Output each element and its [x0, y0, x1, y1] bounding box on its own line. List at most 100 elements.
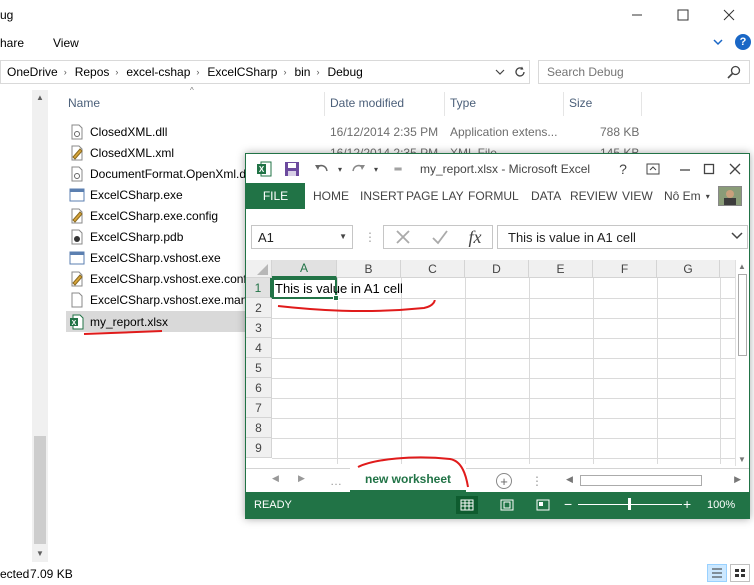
formula-bar-splitter[interactable]: ⋮ [364, 230, 376, 244]
explorer-maximize-button[interactable] [660, 0, 706, 30]
column-header-type[interactable]: Type [450, 90, 476, 116]
zoom-slider-thumb[interactable] [628, 498, 631, 510]
row-header-2[interactable]: 2 [246, 298, 272, 318]
ribbon-tab-share[interactable]: hare [0, 36, 24, 50]
formula-input[interactable]: This is value in A1 cell [497, 225, 748, 249]
column-header-b[interactable]: B [337, 260, 401, 278]
ribbon-expand-button[interactable] [712, 36, 724, 50]
name-box[interactable]: A1 ▼ [251, 225, 353, 249]
chevron-right-icon[interactable]: › [196, 67, 199, 77]
tab-insert[interactable]: INSERT [360, 183, 404, 209]
breadcrumb-repos[interactable]: Repos › [69, 65, 121, 79]
scroll-up-arrow-icon[interactable]: ▲ [738, 262, 746, 271]
column-header-d[interactable]: D [465, 260, 529, 278]
column-header-c[interactable]: C [401, 260, 465, 278]
row-header-6[interactable]: 6 [246, 378, 272, 398]
cancel-icon[interactable] [395, 229, 411, 245]
column-header-e[interactable]: E [529, 260, 593, 278]
help-button[interactable]: ? [735, 34, 751, 50]
details-view-button[interactable] [707, 564, 727, 582]
user-account-menu[interactable]: Nô Em ▾ [664, 183, 710, 209]
file-row[interactable]: ClosedXML.dll 16/12/2014 2:35 PM Applica… [66, 121, 666, 142]
expand-formula-bar-icon[interactable] [731, 231, 743, 244]
column-header-name[interactable]: Name [68, 90, 100, 116]
search-box[interactable] [538, 60, 750, 84]
enter-check-icon[interactable] [431, 229, 448, 245]
redo-dropdown[interactable]: ▾ [366, 159, 386, 179]
zoom-out-icon[interactable]: − [564, 496, 572, 512]
undo-dropdown[interactable]: ▾ [330, 159, 350, 179]
sheet-options-icon[interactable]: ⋮ [531, 474, 543, 488]
column-divider[interactable] [641, 92, 642, 116]
tab-formulas[interactable]: FORMUL [468, 183, 519, 209]
column-divider[interactable] [444, 92, 445, 116]
sheet-tab-new-worksheet[interactable]: new worksheet [350, 468, 466, 492]
avatar[interactable] [718, 186, 742, 206]
column-header-partial[interactable] [720, 260, 736, 278]
add-sheet-button[interactable]: + [496, 473, 512, 489]
breadcrumb-debug[interactable]: Debug [321, 65, 364, 79]
customize-qat-icon[interactable]: ═ [388, 159, 408, 179]
chevron-right-icon[interactable]: › [316, 67, 319, 77]
chevron-right-icon[interactable]: › [283, 67, 286, 77]
excel-minimize-button[interactable] [674, 158, 696, 180]
row-header-9[interactable]: 9 [246, 438, 272, 458]
ribbon-tab-view[interactable]: View [53, 36, 79, 50]
undo-button[interactable] [312, 159, 332, 179]
scroll-up-arrow-icon[interactable]: ▲ [32, 90, 48, 106]
scroll-down-arrow-icon[interactable]: ▼ [738, 455, 746, 464]
breadcrumb-excel-cshap[interactable]: excel-cshap › [120, 65, 201, 79]
column-header-date[interactable]: Date modified [330, 90, 404, 116]
sheet-prev-icon[interactable]: ◀ [272, 473, 279, 484]
zoom-level[interactable]: 100% [707, 499, 735, 511]
scroll-down-arrow-icon[interactable]: ▼ [32, 546, 48, 562]
large-icons-view-button[interactable] [730, 564, 750, 582]
save-button[interactable] [282, 159, 302, 179]
row-header-3[interactable]: 3 [246, 318, 272, 338]
help-button[interactable]: ? [612, 158, 634, 180]
column-header-a[interactable]: A [272, 260, 337, 278]
chevron-right-icon[interactable]: › [64, 67, 67, 77]
column-header-size[interactable]: Size [569, 90, 592, 116]
scrollbar-thumb[interactable] [738, 274, 747, 356]
worksheet-grid[interactable]: A B C D E F G 1 2 3 4 5 6 7 8 9 This is … [246, 260, 736, 464]
excel-horizontal-scrollbar[interactable]: ◀ ▶ [566, 474, 741, 488]
excel-maximize-button[interactable] [698, 158, 720, 180]
address-bar[interactable]: OneDrive › Repos › excel-cshap › ExcelCShar… [0, 60, 530, 84]
explorer-close-button[interactable] [706, 0, 752, 30]
scrollbar-thumb[interactable] [580, 475, 702, 486]
tab-file[interactable]: FILE [246, 183, 305, 209]
tab-page-layout[interactable]: PAGE LAY [406, 183, 464, 209]
tab-view[interactable]: VIEW [622, 183, 653, 209]
excel-close-button[interactable] [724, 158, 746, 180]
scroll-left-arrow-icon[interactable]: ◀ [566, 474, 573, 485]
explorer-vertical-scrollbar[interactable]: ▲ ▼ [32, 90, 48, 562]
zoom-in-icon[interactable]: + [683, 496, 691, 512]
row-header-7[interactable]: 7 [246, 398, 272, 418]
scrollbar-thumb[interactable] [34, 436, 46, 544]
column-divider[interactable] [324, 92, 325, 116]
tab-data[interactable]: DATA [531, 183, 561, 209]
page-layout-view-button[interactable] [496, 496, 518, 514]
address-history-button[interactable] [489, 61, 509, 83]
sheet-next-icon[interactable]: ▶ [298, 473, 305, 484]
insert-function-icon[interactable]: fx [469, 227, 482, 248]
column-divider[interactable] [563, 92, 564, 116]
normal-view-button[interactable] [456, 496, 478, 514]
breadcrumb-bin[interactable]: bin › [288, 65, 321, 79]
explorer-minimize-button[interactable] [614, 0, 660, 30]
search-input[interactable] [539, 61, 719, 83]
chevron-right-icon[interactable]: › [115, 67, 118, 77]
breadcrumb-onedrive[interactable]: OneDrive › [1, 65, 69, 79]
redo-button[interactable] [348, 159, 368, 179]
excel-vertical-scrollbar[interactable]: ▲ ▼ [735, 260, 749, 466]
search-icon[interactable] [727, 65, 741, 79]
excel-app-button[interactable]: X [254, 159, 274, 179]
tab-review[interactable]: REVIEW [570, 183, 617, 209]
ribbon-display-options-button[interactable] [642, 158, 664, 180]
select-all-corner[interactable] [246, 260, 272, 278]
column-header-f[interactable]: F [593, 260, 657, 278]
breadcrumb-excelcsharp[interactable]: ExcelCSharp › [201, 65, 288, 79]
chevron-down-icon[interactable]: ▼ [339, 232, 347, 241]
row-header-4[interactable]: 4 [246, 338, 272, 358]
